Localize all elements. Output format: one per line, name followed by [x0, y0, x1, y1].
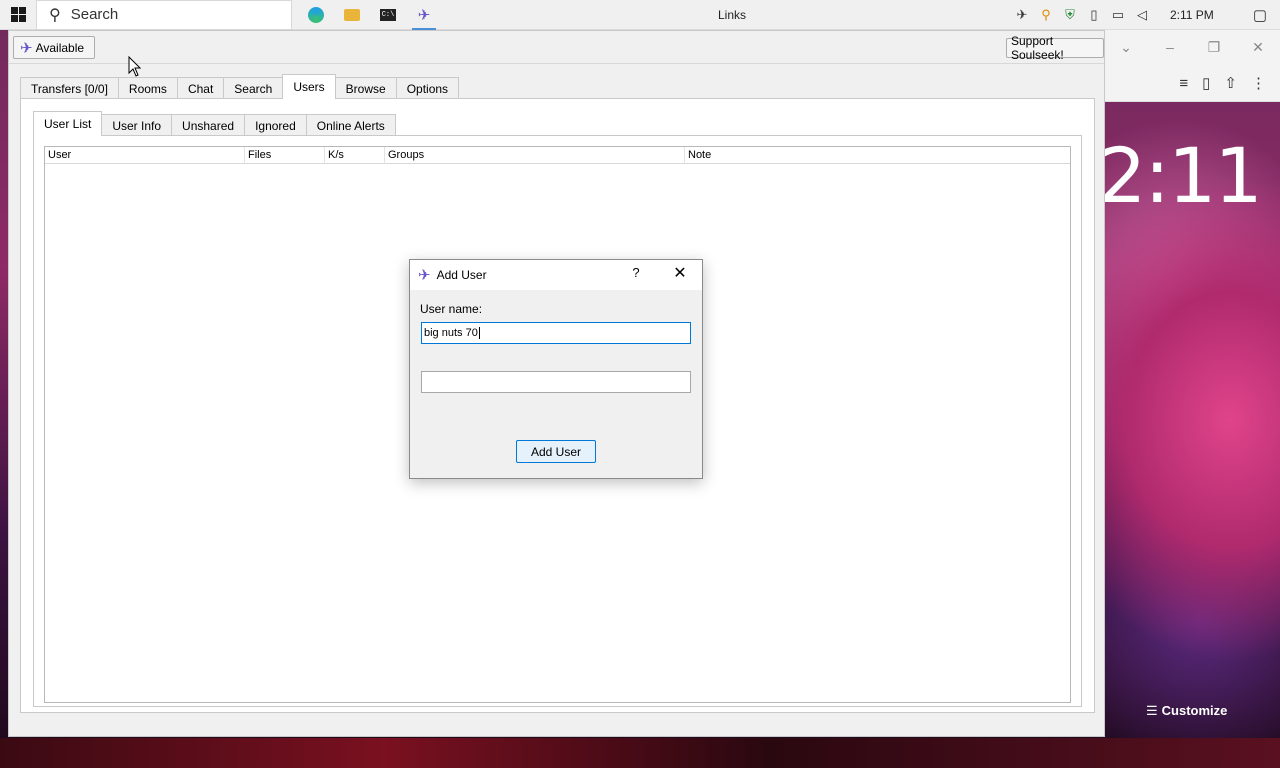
- tab-transfers[interactable]: Transfers [0/0]: [20, 77, 119, 99]
- tray-soulseek-icon[interactable]: ✈: [1010, 7, 1034, 23]
- playlist-icon[interactable]: ≡: [1179, 75, 1188, 92]
- restore-icon[interactable]: ❐: [1192, 39, 1236, 56]
- text-caret: [478, 327, 480, 339]
- subtab-unshared[interactable]: Unshared: [171, 114, 246, 136]
- username-label: User name:: [420, 302, 483, 316]
- chevron-down-icon[interactable]: ⌄: [1104, 39, 1148, 56]
- subtab-ignored[interactable]: Ignored: [244, 114, 307, 136]
- tab-chat[interactable]: Chat: [176, 77, 225, 99]
- taskbar-search[interactable]: ⚲ Search: [36, 0, 292, 30]
- browser-toolbar: ≡ ▯ ⇧ ⋮: [1104, 64, 1280, 102]
- subtab-user-list[interactable]: User List: [33, 111, 103, 136]
- minimize-icon[interactable]: –: [1148, 39, 1192, 55]
- close-icon[interactable]: ✕: [668, 263, 692, 283]
- tab-label: Options: [406, 81, 449, 96]
- tab-label: Online Alerts: [316, 118, 385, 133]
- tab-search[interactable]: Search: [223, 77, 284, 99]
- subtab-user-info[interactable]: User Info: [101, 114, 173, 136]
- status-button[interactable]: ✈ Available: [13, 36, 96, 59]
- customize-button[interactable]: ☰ Customize: [1146, 703, 1227, 719]
- tab-options[interactable]: Options: [395, 77, 460, 99]
- taskbar-soulseek[interactable]: ✈: [406, 0, 442, 30]
- terminal-icon: C:\: [380, 8, 396, 21]
- network-icon[interactable]: ▭: [1106, 7, 1130, 23]
- taskbar-terminal[interactable]: C:\: [370, 0, 406, 30]
- table-header: User Files K/s Groups Note: [45, 147, 1070, 164]
- add-user-button-label: Add User: [530, 444, 582, 459]
- users-sub-tabs: User List User Info Unshared Ignored Onl…: [33, 111, 396, 136]
- main-tabs: Transfers [0/0] Rooms Chat Search Users …: [20, 74, 460, 99]
- notification-icon[interactable]: ▢: [1240, 6, 1280, 24]
- column-header-speed[interactable]: K/s: [325, 147, 385, 164]
- mouse-cursor: [128, 56, 142, 77]
- tab-label: Search: [234, 81, 273, 96]
- status-label: Available: [35, 40, 85, 55]
- column-header-note[interactable]: Note: [685, 147, 1070, 164]
- secondary-field[interactable]: [421, 371, 691, 393]
- start-button[interactable]: [0, 0, 36, 30]
- taskbar-apps: C:\ ✈: [298, 0, 442, 30]
- upload-icon[interactable]: ⇧: [1224, 74, 1237, 92]
- wallpaper-stripe: [0, 738, 1280, 768]
- column-header-groups[interactable]: Groups: [385, 147, 685, 164]
- sliders-icon: ☰: [1146, 703, 1158, 718]
- tab-browse[interactable]: Browse: [334, 77, 397, 99]
- lock-clock: 2:11: [1098, 131, 1263, 220]
- tab-label: Unshared: [182, 118, 235, 133]
- volume-muted-icon[interactable]: ◁: [1130, 7, 1154, 23]
- windows-logo-icon: [10, 7, 26, 22]
- help-icon[interactable]: ?: [628, 265, 644, 280]
- column-header-files[interactable]: Files: [245, 147, 325, 164]
- system-tray: ✈ ⚲ ⛨ ▯ ▭ ◁ 2:11 PM ▢: [1010, 0, 1280, 30]
- taskbar: ⚲ Search C:\ ✈ Links ✈ ⚲ ⛨ ▯ ▭ ◁ 2:11 PM…: [0, 0, 1280, 30]
- file-explorer-icon: [344, 8, 360, 21]
- tab-label: User List: [44, 117, 92, 131]
- username-field[interactable]: big nuts 70: [421, 322, 691, 344]
- background-browser-window: ⌄ – ❐ ✕ ≡ ▯ ⇧ ⋮: [1104, 30, 1280, 102]
- support-label: Support Soulseek!: [1011, 34, 1064, 62]
- close-icon[interactable]: ✕: [1236, 39, 1280, 56]
- tab-label: Transfers [0/0]: [31, 81, 108, 96]
- tray-search-icon[interactable]: ⚲: [1034, 7, 1058, 23]
- taskbar-window-title: Links: [718, 8, 747, 22]
- add-user-dialog: ✈ Add User ? ✕ User name: big nuts 70 Ad…: [409, 259, 703, 479]
- tab-label: Rooms: [128, 81, 167, 96]
- tab-label: Ignored: [255, 118, 296, 133]
- taskbar-search-placeholder: Search: [70, 6, 119, 23]
- browser-titlebar: ⌄ – ❐ ✕: [1104, 30, 1280, 64]
- tray-shield-icon[interactable]: ⛨: [1058, 7, 1082, 23]
- taskbar-file-explorer[interactable]: [334, 0, 370, 30]
- tray-usb-icon[interactable]: ▯: [1082, 7, 1106, 23]
- add-user-button[interactable]: Add User: [516, 440, 596, 463]
- soulseek-bird-icon: ✈: [20, 39, 33, 57]
- soulseek-icon: ✈: [417, 6, 431, 24]
- tab-label: Chat: [187, 81, 214, 96]
- customize-label: Customize: [1161, 703, 1228, 718]
- search-icon: ⚲: [49, 6, 61, 24]
- tab-label: User Info: [112, 118, 162, 133]
- tab-label: Browse: [345, 81, 386, 96]
- dialog-titlebar: ✈ Add User ? ✕: [410, 260, 702, 290]
- toolbar-divider: [9, 63, 1104, 64]
- taskbar-clock[interactable]: 2:11 PM: [1170, 8, 1240, 22]
- support-soulseek-button[interactable]: Support Soulseek!: [1006, 34, 1104, 62]
- taskbar-edge[interactable]: [298, 0, 334, 30]
- more-icon[interactable]: ⋮: [1251, 74, 1266, 92]
- edge-icon: [308, 6, 324, 23]
- tab-users[interactable]: Users: [282, 74, 336, 99]
- tab-rooms[interactable]: Rooms: [117, 77, 178, 99]
- dialog-title: Add User: [436, 268, 487, 282]
- username-value: big nuts 70: [424, 327, 478, 339]
- column-header-user[interactable]: User: [45, 147, 245, 164]
- tab-label: Users: [293, 80, 325, 94]
- soulseek-bird-icon: ✈: [418, 267, 431, 284]
- subtab-online-alerts[interactable]: Online Alerts: [305, 114, 396, 136]
- sidebar-icon[interactable]: ▯: [1202, 74, 1210, 92]
